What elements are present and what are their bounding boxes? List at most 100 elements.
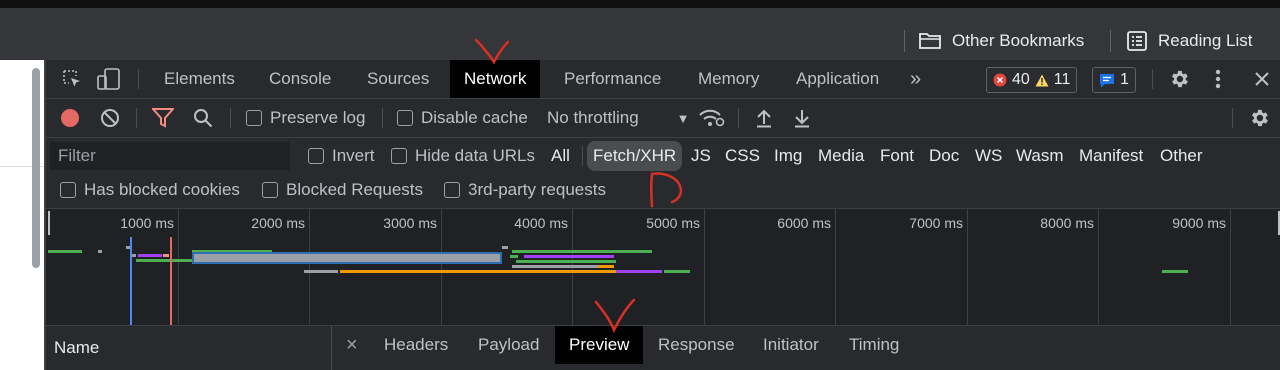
issues-button[interactable]: 1 — [1092, 67, 1136, 93]
blocked-requests-checkbox[interactable]: Blocked Requests — [262, 180, 423, 200]
issues-icon — [1100, 73, 1114, 87]
tab-headers[interactable]: Headers — [384, 326, 448, 364]
filter-funnel-icon[interactable] — [152, 108, 174, 128]
tab-timing[interactable]: Timing — [849, 326, 899, 364]
timeline-tick-label: 8000 ms — [1040, 215, 1094, 231]
filter-type-doc[interactable]: Doc — [929, 141, 959, 171]
close-details-icon[interactable]: × — [346, 326, 358, 364]
timeline-tick-label: 4000 ms — [514, 215, 568, 231]
filter-type-img[interactable]: Img — [774, 141, 802, 171]
filter-type-js[interactable]: JS — [691, 141, 711, 171]
request-bar — [512, 250, 652, 253]
filter-type-media[interactable]: Media — [818, 141, 864, 171]
tab-elements[interactable]: Elements — [164, 60, 235, 98]
timeline-gridline — [835, 209, 836, 325]
tab-initiator[interactable]: Initiator — [763, 326, 819, 364]
bookmarks-bar: Other Bookmarks Reading List — [0, 8, 1280, 60]
tab-application[interactable]: Application — [796, 60, 879, 98]
devtools-panel: Elements Console Sources Network Perform… — [44, 60, 1280, 370]
window-top-edge — [0, 0, 1280, 8]
request-bar — [616, 270, 662, 273]
has-blocked-cookies-checkbox[interactable]: Has blocked cookies — [60, 180, 240, 200]
timeline-gridline — [1230, 209, 1231, 325]
close-devtools-icon[interactable] — [1250, 68, 1274, 90]
checkbox-box — [60, 182, 76, 198]
import-har-icon[interactable] — [754, 108, 774, 128]
preserve-log-checkbox[interactable]: Preserve log — [246, 108, 365, 128]
network-settings-gear-icon[interactable] — [1246, 107, 1272, 129]
record-icon[interactable] — [60, 108, 80, 128]
timeline-tick-label: 1000 ms — [120, 215, 174, 231]
tab-sources[interactable]: Sources — [367, 60, 429, 98]
inspect-element-icon[interactable] — [60, 68, 84, 90]
page-scrollbar[interactable] — [32, 68, 40, 268]
reading-list-icon — [1127, 31, 1147, 51]
selected-request-bar[interactable] — [192, 252, 502, 264]
request-bar — [524, 255, 614, 258]
filter-type-css[interactable]: CSS — [725, 141, 760, 171]
export-har-icon[interactable] — [792, 108, 812, 128]
clear-icon[interactable] — [100, 108, 120, 128]
toolbar-separator — [1232, 108, 1233, 128]
checkbox-box — [397, 110, 413, 126]
filter-type-fetch-xhr[interactable]: Fetch/XHR — [587, 141, 683, 171]
request-bar — [510, 255, 518, 258]
toolbar-separator — [138, 69, 139, 89]
reading-list-button[interactable]: Reading List — [1126, 28, 1253, 54]
timeline-tick-label: 6000 ms — [777, 215, 831, 231]
tab-network[interactable]: Network — [450, 60, 541, 98]
settings-gear-icon[interactable] — [1166, 67, 1192, 91]
name-column-header[interactable]: Name — [46, 326, 332, 370]
timeline-tick-label: 2000 ms — [251, 215, 305, 231]
more-tabs-button[interactable]: » — [910, 60, 921, 98]
console-counts-button[interactable]: 40 11 — [986, 67, 1078, 93]
filter-type-all[interactable]: All — [551, 141, 570, 171]
warning-count: 11 — [1053, 71, 1071, 88]
invert-checkbox[interactable]: Invert — [308, 146, 375, 166]
devtools-tab-bar: Elements Console Sources Network Perform… — [46, 60, 1280, 99]
throttling-select[interactable]: No throttling ▼ — [547, 108, 690, 128]
tab-payload[interactable]: Payload — [478, 326, 539, 364]
request-details-header: Name × Headers Payload Preview Response … — [46, 326, 1280, 370]
filter-input[interactable]: Filter — [50, 142, 290, 170]
request-bar — [304, 270, 338, 273]
hide-data-urls-checkbox[interactable]: Hide data URLs — [391, 146, 535, 166]
checkbox-box — [308, 148, 324, 164]
timeline-gridline — [441, 209, 442, 325]
other-bookmarks-label: Other Bookmarks — [952, 31, 1085, 50]
filter-type-other[interactable]: Other — [1160, 141, 1203, 171]
tab-preview[interactable]: Preview — [555, 326, 644, 364]
timeline-tick-label: 9000 ms — [1172, 215, 1226, 231]
other-bookmarks-button[interactable]: Other Bookmarks — [918, 28, 1084, 54]
timeline-gridline — [704, 209, 705, 325]
timeline-tick-label: 7000 ms — [909, 215, 963, 231]
device-toolbar-icon[interactable] — [96, 67, 122, 91]
tab-performance[interactable]: Performance — [564, 60, 661, 98]
toolbar-separator — [230, 108, 231, 128]
request-bar — [1162, 270, 1188, 273]
filter-type-ws[interactable]: WS — [975, 141, 1002, 171]
checkbox-box — [444, 182, 460, 198]
tab-memory[interactable]: Memory — [698, 60, 759, 98]
filter-type-wasm[interactable]: Wasm — [1016, 141, 1064, 171]
timeline-gridline — [309, 209, 310, 325]
more-options-icon[interactable] — [1208, 68, 1228, 90]
filter-type-manifest[interactable]: Manifest — [1079, 141, 1143, 171]
tab-response[interactable]: Response — [658, 326, 735, 364]
request-bar — [163, 254, 169, 257]
filter-type-font[interactable]: Font — [880, 141, 914, 171]
overview-left-handle[interactable] — [48, 211, 50, 235]
bookmarks-separator — [904, 30, 905, 52]
timeline-tick-label: 5000 ms — [646, 215, 700, 231]
request-bar — [48, 250, 82, 253]
third-party-requests-checkbox[interactable]: 3rd-party requests — [444, 180, 606, 200]
tab-console[interactable]: Console — [269, 60, 331, 98]
disable-cache-checkbox[interactable]: Disable cache — [397, 108, 528, 128]
chevron-down-icon: ▼ — [676, 110, 690, 126]
toolbar-separator — [1152, 69, 1153, 89]
network-overview-timeline[interactable]: 1000 ms 2000 ms 3000 ms 4000 ms 5000 ms … — [46, 209, 1280, 326]
reading-list-label: Reading List — [1158, 31, 1253, 50]
network-conditions-icon[interactable] — [698, 107, 726, 129]
toolbar-separator — [582, 146, 583, 166]
search-icon[interactable] — [192, 108, 214, 128]
